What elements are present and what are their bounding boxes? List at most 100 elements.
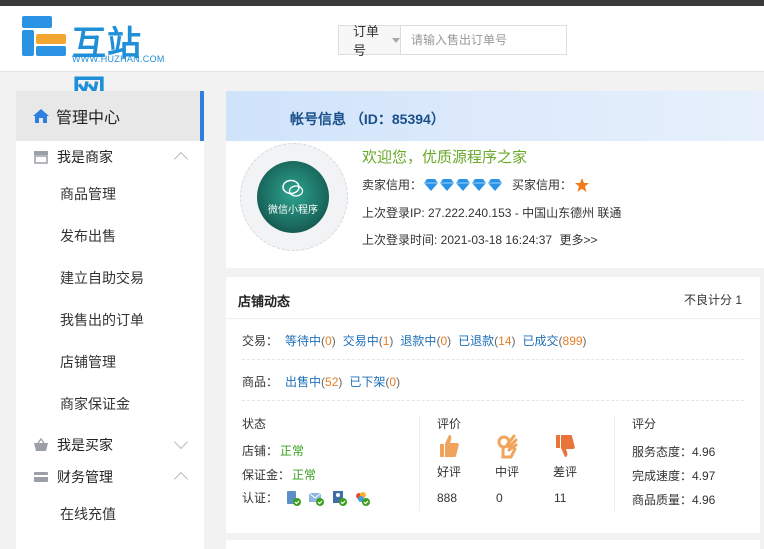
deposit-status-value: 正常 [292, 468, 317, 482]
certification-label: 认证： [242, 491, 279, 505]
diamond-icon [472, 178, 487, 191]
divider [419, 415, 420, 511]
chevron-up-icon [173, 471, 189, 487]
sidebar-group-label: 财务管理 [57, 469, 113, 485]
more-link[interactable]: 更多>> [559, 233, 597, 247]
shop-dynamics-title: 店铺动态 [238, 294, 291, 309]
goods-label: 商品： [242, 375, 279, 389]
seller-credit-label: 卖家信用： [362, 178, 423, 192]
store-icon [34, 151, 48, 164]
service-attitude-score: 服务态度：4.96 [632, 445, 716, 459]
goods-link-off-shelf[interactable]: 已下架(0) [349, 375, 400, 389]
welcome-text: 欢迎您，优质源程序之家 [362, 149, 528, 166]
diamond-icon [424, 178, 439, 191]
neutral-review-label: 中评 [494, 465, 519, 479]
goods-quality-score: 商品质量：4.96 [632, 493, 716, 507]
basket-icon [34, 438, 48, 451]
neutral-review[interactable]: 中评 [492, 433, 522, 480]
seller-credit-diamonds [424, 178, 504, 191]
credit-row: 卖家信用： 买家信用： [362, 176, 590, 193]
sidebar-group-buyer[interactable]: 我是买家 [16, 429, 204, 461]
buyer-credit-label: 买家信用： [512, 178, 573, 192]
good-review-label: 好评 [436, 465, 461, 479]
sidebar-item-sold-orders[interactable]: 我售出的订单 [16, 299, 204, 341]
site-logo[interactable]: 互站网 WWW.HUZHAN.COM [20, 12, 170, 113]
deposit-status-label: 保证金： [242, 468, 291, 482]
last-login-time: 上次登录时间: 2021-03-18 16:24:37 [362, 233, 553, 247]
sidebar: 管理中心 我是商家 商品管理 发布出售 建立自助交易 我售出的订单 店铺管理 商… [16, 91, 204, 549]
completion-speed-score: 完成速度：4.97 [632, 469, 716, 483]
phone-verified-icon[interactable] [285, 490, 302, 506]
good-review[interactable]: 好评 [434, 433, 464, 480]
search-type-select[interactable]: 订单号 [339, 24, 401, 58]
sidebar-group-label: 我是买家 [57, 437, 113, 453]
wechat-miniprogram-icon [282, 179, 304, 197]
trade-link-in-progress[interactable]: 交易中(1) [343, 334, 394, 348]
trade-link-refunded[interactable]: 已退款(14) [458, 334, 515, 348]
divider [242, 359, 744, 360]
avatar-label: 微信小程序 [268, 204, 318, 216]
trade-link-refunding[interactable]: 退款中(0) [400, 334, 451, 348]
company-verified-icon[interactable] [354, 490, 371, 506]
sidebar-title: 管理中心 [56, 110, 121, 127]
shop-dynamics-card: 店铺动态 不良计分 1 交易： 等待中(0) 交易中(1) 退款中(0) 已退款(14)… [226, 277, 760, 533]
diamond-icon [488, 178, 503, 191]
sidebar-item-publish-sale[interactable]: 发布出售 [16, 215, 204, 257]
divider [226, 318, 760, 319]
trade-label: 交易： [242, 334, 279, 348]
order-search: 订单号 [338, 24, 567, 58]
sidebar-management-center[interactable]: 管理中心 [16, 91, 204, 141]
divider [614, 415, 615, 511]
search-input[interactable] [401, 26, 566, 54]
bad-review-label: 差评 [552, 465, 577, 479]
sidebar-item-self-trade[interactable]: 建立自助交易 [16, 257, 204, 299]
search-type-label: 订单号 [353, 24, 380, 58]
logo-mark-icon [22, 16, 66, 56]
trade-link-completed[interactable]: 已成交(899) [523, 334, 587, 348]
id-verified-icon[interactable] [331, 490, 348, 506]
trade-row: 交易： 等待中(0) 交易中(1) 退款中(0) 已退款(14) 已成交(899) [242, 332, 587, 349]
neutral-review-count: 0 [496, 491, 503, 505]
chevron-up-icon [173, 151, 189, 167]
certification-row: 认证： [242, 489, 371, 506]
sidebar-group-seller[interactable]: 我是商家 [16, 141, 204, 173]
review-title: 评价 [437, 417, 462, 431]
bad-review-count: 11 [554, 491, 567, 505]
score-title: 评分 [632, 417, 657, 431]
sidebar-item-recharge[interactable]: 在线充值 [16, 493, 204, 535]
good-review-count: 888 [437, 491, 458, 505]
logo-subtext: WWW.HUZHAN.COM [72, 54, 165, 64]
card-icon [34, 472, 48, 482]
sidebar-item-goods-manage[interactable]: 商品管理 [16, 173, 204, 215]
bad-score: 不良计分 1 [683, 293, 742, 307]
sidebar-item-seller-deposit[interactable]: 商家保证金 [16, 383, 204, 425]
store-status-label: 店铺： [242, 444, 279, 458]
sidebar-item-store-manage[interactable]: 店铺管理 [16, 341, 204, 383]
bad-review[interactable]: 差评 [550, 433, 580, 480]
thumbs-up-icon [440, 435, 459, 457]
last-login-ip: 上次登录IP: 27.222.240.153 - 中国山东德州 联通 [362, 206, 622, 220]
ok-hand-icon [497, 434, 518, 459]
divider [242, 400, 744, 401]
account-info-card: 帐号信息 （ID：85394） 微信小程序 欢迎您，优质源程序之家 卖家信用： … [226, 91, 764, 268]
store-status-value: 正常 [280, 444, 305, 458]
avatar[interactable]: 微信小程序 [257, 161, 329, 233]
goods-link-on-sale[interactable]: 出售中(52) [285, 375, 342, 389]
diamond-icon [456, 178, 471, 191]
status-title: 状态 [242, 417, 267, 431]
sidebar-group-finance[interactable]: 财务管理 [16, 461, 204, 493]
header: 互站网 WWW.HUZHAN.COM 订单号 [0, 6, 764, 113]
store-status-row: 店铺： 正常 [242, 442, 304, 459]
trade-link-waiting[interactable]: 等待中(0) [285, 334, 336, 348]
next-card [226, 540, 760, 549]
email-verified-icon[interactable] [308, 490, 325, 506]
diamond-icon [440, 178, 455, 191]
sidebar-group-label: 我是商家 [57, 149, 113, 165]
chevron-down-icon [392, 37, 400, 43]
deposit-status-row: 保证金： 正常 [242, 466, 316, 483]
account-info-title: 帐号信息 （ID：85394） [290, 111, 445, 127]
thumbs-down-icon [556, 435, 575, 457]
star-icon [575, 177, 590, 192]
chevron-down-icon [173, 434, 189, 450]
home-icon [33, 109, 49, 123]
